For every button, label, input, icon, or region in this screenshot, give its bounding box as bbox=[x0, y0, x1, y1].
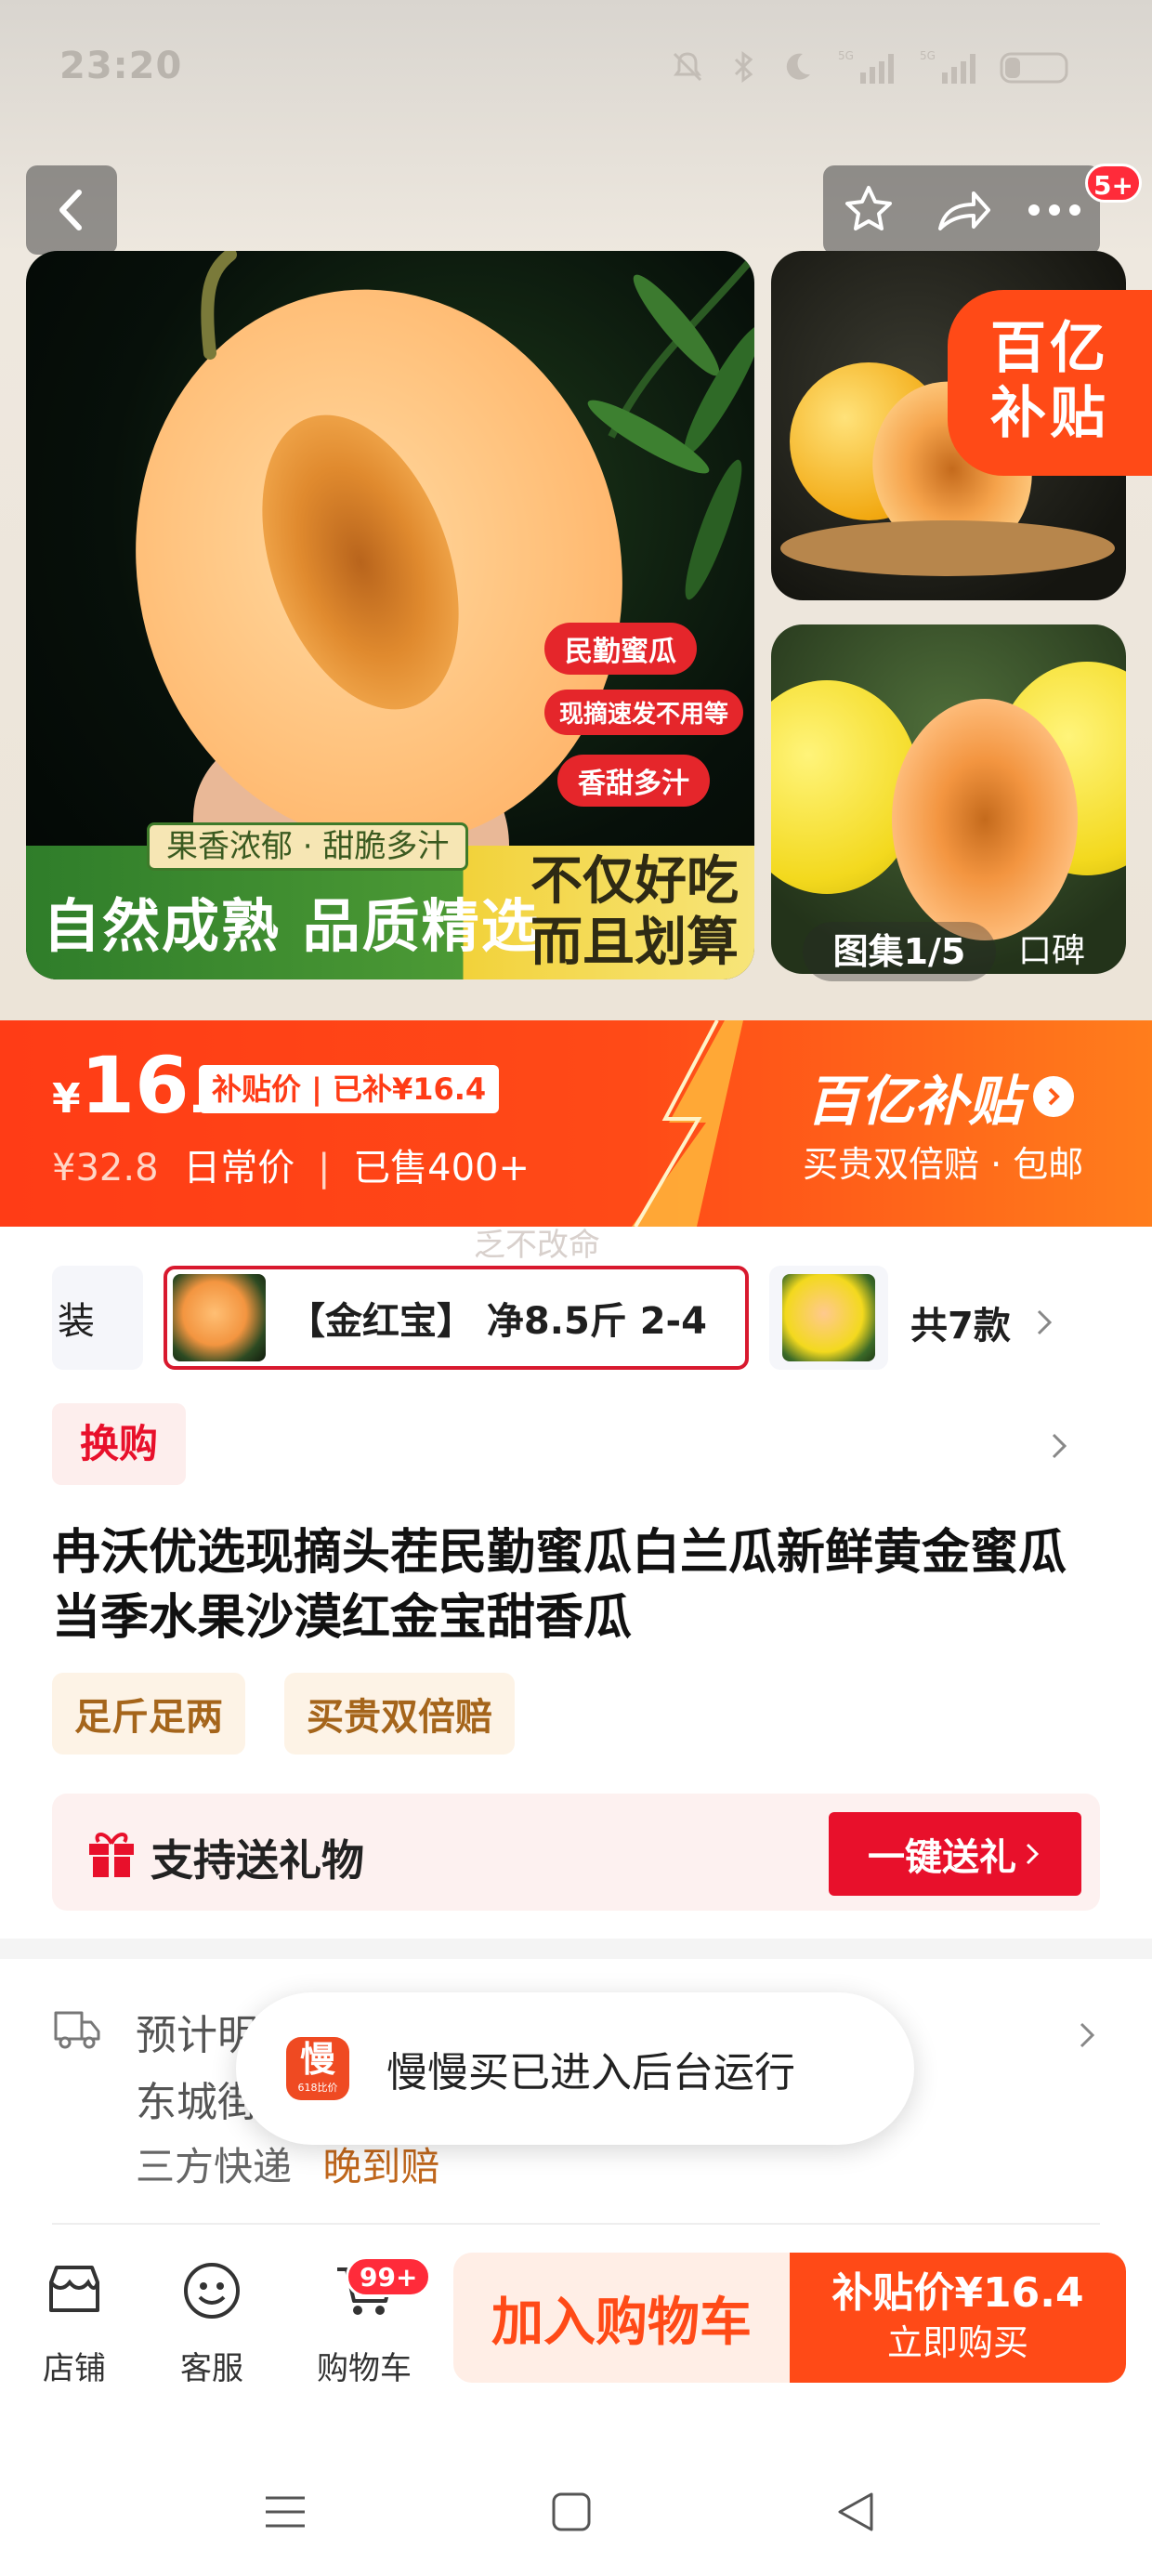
price-bar: ¥ 16 .4 补贴价 | 已补¥16.4 ¥32.8 日常价 | 已售400+… bbox=[0, 1020, 1152, 1227]
back-button[interactable] bbox=[26, 165, 117, 255]
variant-partial-left[interactable]: 装 bbox=[52, 1266, 143, 1370]
sold-count: 已售400+ bbox=[353, 1147, 530, 1189]
main-product-photo[interactable]: 民勤蜜瓜 现摘速发不用等 香甜多汁 果香浓郁 · 甜脆多汁 自然成熟 品质精选 … bbox=[26, 251, 754, 979]
shop-icon bbox=[49, 2266, 99, 2312]
chevron-right-icon bbox=[1026, 1843, 1040, 1865]
toast-message: 慢慢买已进入后台运行 bbox=[386, 2049, 795, 2096]
add-to-cart-button[interactable]: 加入购物车 bbox=[453, 2253, 790, 2383]
header-actions bbox=[823, 165, 1100, 255]
reviews-label[interactable]: 口碑 bbox=[1018, 922, 1111, 981]
chevron-right-icon bbox=[1037, 1309, 1052, 1335]
buy-now-button[interactable]: 补贴价¥16.4 立即购买 bbox=[790, 2253, 1126, 2383]
svg-text:5G: 5G bbox=[920, 49, 936, 62]
back-triangle-icon[interactable] bbox=[832, 2489, 879, 2535]
product-gallery[interactable]: 23:20 5G 5G 5+ 民勤蜜瓜 现摘速发不用等 香甜多汁 果香浓郁 · … bbox=[0, 0, 1152, 1022]
photo-tag-3: 香甜多汁 bbox=[557, 755, 710, 807]
exchange-tag[interactable]: 换购 bbox=[52, 1403, 186, 1485]
header-badge: 5+ bbox=[1085, 164, 1142, 203]
variant-thumb-2 bbox=[782, 1274, 875, 1361]
variant-selected[interactable]: 【金红宝】 净8.5斤 2-4 bbox=[164, 1266, 749, 1370]
status-time: 23:20 bbox=[59, 45, 183, 87]
photo-tag-2: 现摘速发不用等 bbox=[544, 690, 744, 735]
gallery-counter[interactable]: 图集1/5 bbox=[803, 922, 996, 981]
variant-thumb-next[interactable] bbox=[769, 1266, 888, 1370]
moon-icon bbox=[779, 48, 816, 85]
subsidy-price-tag: 补贴价 | 已补¥16.4 bbox=[199, 1065, 500, 1113]
bluetooth-icon bbox=[725, 48, 762, 85]
tab-service[interactable]: 客服 bbox=[156, 2258, 268, 2388]
tab-shop[interactable]: 店铺 bbox=[19, 2258, 130, 2388]
cart-badge: 99+ bbox=[346, 2256, 432, 2297]
chat-face-icon bbox=[184, 2263, 240, 2319]
mute-icon bbox=[669, 48, 706, 85]
melon-cut-center bbox=[892, 699, 1078, 940]
gift-button[interactable]: 一键送礼 bbox=[829, 1812, 1081, 1896]
variant-thumb bbox=[173, 1274, 266, 1361]
chevron-right-icon bbox=[1033, 1076, 1075, 1117]
original-price-row: ¥32.8 日常价 | 已售400+ bbox=[52, 1147, 530, 1189]
share-icon[interactable] bbox=[931, 182, 992, 238]
cutting-board bbox=[780, 520, 1115, 576]
photo-slogan-right: 不仅好吃 而且划算 bbox=[530, 851, 739, 973]
menu-icon[interactable] bbox=[262, 2489, 308, 2535]
promise-pill-2: 买贵双倍赔 bbox=[284, 1673, 515, 1755]
gift-row: 支持送礼物 一键送礼 bbox=[52, 1794, 1100, 1911]
variant-total-link[interactable]: 共7款 bbox=[910, 1295, 1055, 1349]
background-toast: 慢 618比价 慢慢买已进入后台运行 bbox=[236, 1992, 914, 2145]
gift-icon bbox=[89, 1833, 134, 1877]
brand-promise: 买贵双倍赔 · 包邮 bbox=[803, 1144, 1084, 1185]
melon-stem bbox=[201, 251, 237, 360]
chevron-right-icon[interactable] bbox=[1048, 1429, 1070, 1463]
system-navigation bbox=[0, 2453, 1152, 2576]
lightning-decoration bbox=[632, 1020, 743, 1227]
signal-icon-1: 5G bbox=[836, 48, 901, 85]
promise-pill-1: 足斤足两 bbox=[52, 1673, 245, 1755]
section-divider bbox=[0, 1939, 1152, 1959]
original-price-label: 日常价 bbox=[183, 1147, 295, 1189]
chevron-left-icon bbox=[59, 190, 82, 230]
product-title: 冉沃优选现摘头茬民勤蜜瓜白兰瓜新鲜黄金蜜瓜当季水果沙漠红金宝甜香瓜 bbox=[52, 1525, 1067, 1646]
home-square-icon[interactable] bbox=[548, 2489, 595, 2535]
svg-text:5G: 5G bbox=[838, 49, 854, 62]
bottom-divider bbox=[52, 2223, 1100, 2225]
original-price: ¥32.8 bbox=[52, 1147, 159, 1189]
watermark: 乏不改命 bbox=[474, 1227, 600, 1264]
photo-slogan-big: 自然成熟 品质精选 bbox=[43, 892, 541, 960]
star-icon[interactable] bbox=[841, 182, 897, 238]
photo-tag-1: 民勤蜜瓜 bbox=[544, 623, 697, 675]
more-icon[interactable] bbox=[1027, 201, 1082, 219]
status-bar: 23:20 5G 5G bbox=[0, 0, 1152, 139]
delivery-truck-icon bbox=[54, 2011, 100, 2049]
brand-subsidy-link[interactable]: 百亿补贴 bbox=[806, 1058, 1075, 1136]
subsidy-badge: 百亿 补贴 bbox=[948, 290, 1152, 476]
chevron-right-icon[interactable] bbox=[1076, 2018, 1098, 2052]
gift-label: 支持送礼物 bbox=[151, 1835, 364, 1886]
battery-icon bbox=[1000, 48, 1074, 85]
signal-icon-2: 5G bbox=[918, 48, 983, 85]
app-icon: 慢 618比价 bbox=[286, 2037, 349, 2100]
photo-slogan-small: 果香浓郁 · 甜脆多汁 bbox=[147, 822, 469, 871]
